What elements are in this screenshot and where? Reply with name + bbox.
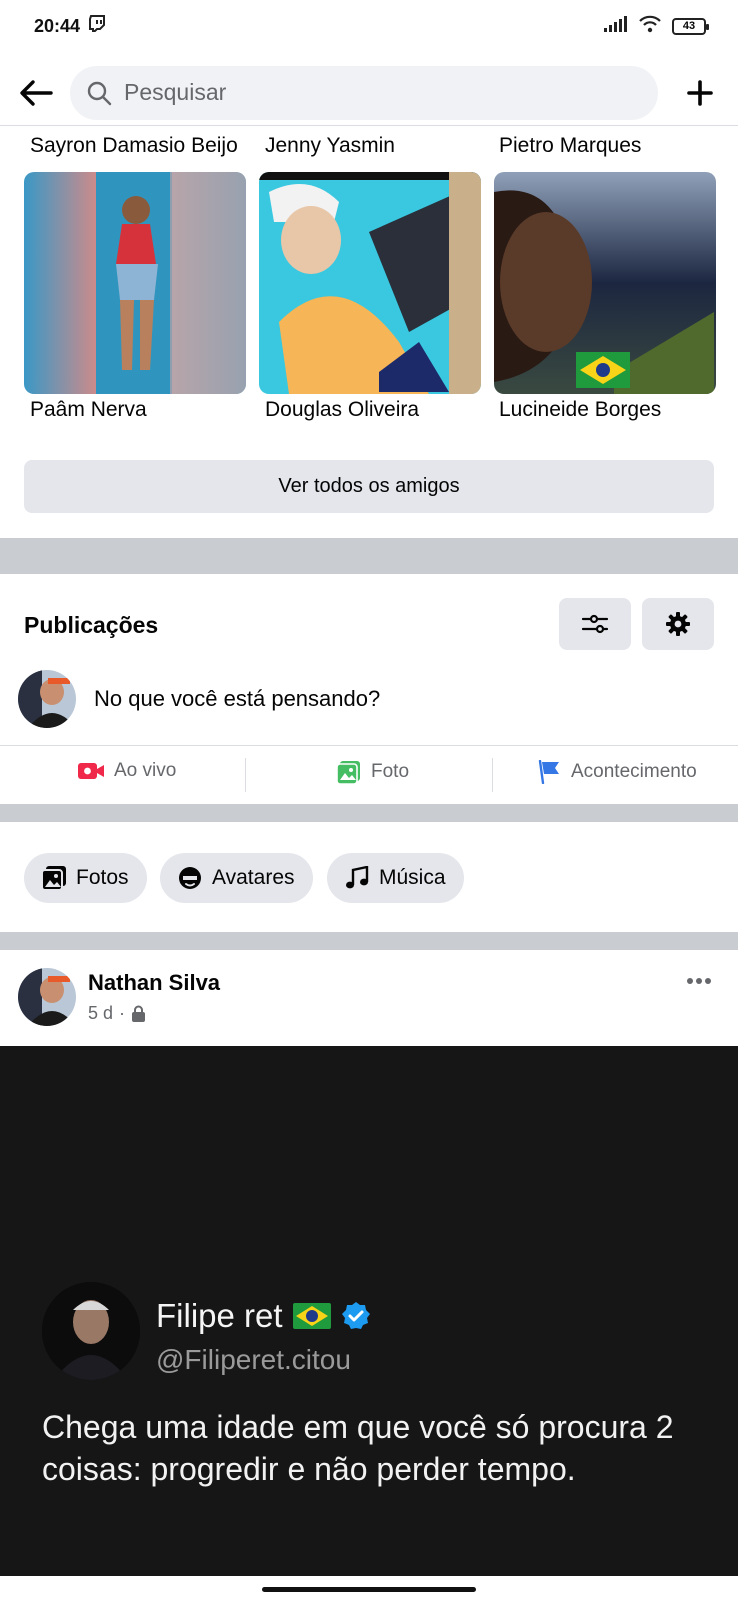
add-button[interactable]: [680, 73, 720, 113]
plus-icon: [687, 79, 713, 106]
wifi-icon: [638, 15, 662, 38]
settings-button[interactable]: [642, 598, 714, 650]
live-video-icon: [78, 763, 104, 779]
chip-photos[interactable]: Fotos: [24, 853, 147, 903]
chip-music[interactable]: Música: [327, 853, 464, 903]
action-divider: [492, 758, 493, 792]
chip-avatars-label: Avatares: [212, 866, 295, 889]
chip-music-label: Música: [379, 866, 446, 889]
status-left: 20:44: [34, 14, 106, 38]
section-divider: [0, 538, 738, 574]
photo-label: Foto: [371, 761, 410, 782]
friend-name[interactable]: Lucineide Borges: [499, 398, 661, 422]
live-label: Ao vivo: [114, 760, 177, 781]
status-right: 43: [604, 15, 709, 38]
friend-name[interactable]: Sayron Damasio Beijo: [30, 134, 238, 158]
friend-photo[interactable]: [259, 172, 481, 394]
composer-input[interactable]: No que você está pensando?: [94, 686, 380, 712]
flag-icon: [538, 760, 559, 784]
status-time: 20:44: [34, 15, 81, 36]
post-meta: 5 d ·: [88, 1003, 146, 1024]
back-button[interactable]: [18, 75, 54, 111]
event-label: Acontecimento: [571, 761, 697, 782]
section-divider: [0, 804, 738, 822]
chip-avatars[interactable]: Avatares: [160, 853, 313, 903]
publications-title: Publicações: [24, 612, 159, 638]
friend-name[interactable]: Pietro Marques: [499, 134, 641, 158]
gear-icon: [666, 612, 690, 636]
chip-photos-label: Fotos: [76, 866, 129, 889]
avatar-face-icon: [179, 867, 201, 889]
brazil-flag-icon: [292, 1303, 331, 1329]
top-header: Pesquisar: [0, 60, 738, 126]
verified-badge-icon: [341, 1302, 370, 1329]
post-author-avatar[interactable]: [18, 968, 76, 1026]
home-indicator[interactable]: [262, 1587, 476, 1592]
live-button[interactable]: Ao vivo: [78, 760, 176, 782]
post-options-button[interactable]: [684, 966, 714, 996]
event-button[interactable]: Acontecimento: [537, 760, 697, 784]
quote-handle: @Filiperet.citou: [156, 1344, 351, 1375]
meta-dot: ·: [119, 1003, 126, 1023]
friend-name[interactable]: Douglas Oliveira: [265, 398, 419, 422]
section-divider: [0, 932, 738, 950]
battery-icon: 43: [672, 17, 709, 35]
post-time[interactable]: 5 d: [88, 1003, 113, 1024]
arrow-left-icon: [20, 79, 53, 106]
see-all-friends-button[interactable]: Ver todos os amigos: [24, 460, 714, 513]
avatar[interactable]: [18, 670, 76, 728]
quote-text: Chega uma idade em que você só procura 2…: [42, 1409, 674, 1487]
quote-author: Filipe ret: [156, 1297, 371, 1335]
friend-photo[interactable]: [24, 172, 246, 394]
status-bar: 20:44 43: [0, 0, 738, 52]
quote-author-name: Filipe ret: [156, 1297, 283, 1334]
action-divider: [245, 758, 246, 792]
filter-icon: [581, 614, 609, 634]
signal-icon: [604, 15, 628, 37]
photo-button[interactable]: Foto: [337, 760, 409, 784]
quote-author-avatar: [42, 1282, 140, 1380]
more-dots-icon: [687, 978, 711, 984]
lock-icon: [132, 1005, 146, 1022]
friend-photo[interactable]: [494, 172, 716, 394]
friend-name[interactable]: Jenny Yasmin: [265, 134, 395, 158]
search-icon: [87, 81, 112, 105]
search-input[interactable]: Pesquisar: [70, 65, 658, 120]
battery-level: 43: [682, 20, 696, 32]
music-note-icon: [346, 866, 369, 889]
separator: [0, 745, 738, 746]
friend-name[interactable]: Paâm Nerva: [30, 398, 147, 422]
twitch-icon: [88, 14, 106, 38]
photos-icon: [42, 866, 66, 890]
filter-button[interactable]: [559, 598, 631, 650]
search-placeholder: Pesquisar: [124, 79, 227, 105]
post-author-name[interactable]: Nathan Silva: [88, 970, 220, 996]
photo-icon: [337, 761, 360, 784]
